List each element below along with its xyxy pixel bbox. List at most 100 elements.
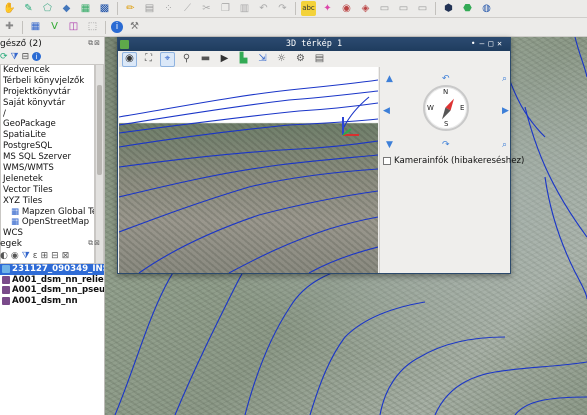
visibility-icon[interactable]: ◉ — [11, 251, 19, 261]
browser-item[interactable]: Saját könyvtár — [1, 98, 94, 109]
info-icon[interactable]: i — [111, 21, 123, 33]
pin-icon[interactable]: ✦ — [320, 1, 335, 16]
layer-row[interactable]: A001_dsm_nn — [0, 296, 104, 307]
style-icon[interactable]: ◐ — [0, 251, 8, 261]
label-move-icon[interactable]: ◉ — [339, 1, 354, 16]
options-icon[interactable]: ⚙ — [293, 52, 308, 67]
compass-icon[interactable]: N S E W — [423, 85, 469, 131]
browser-item[interactable]: ▦ OpenStreetMap — [1, 217, 94, 228]
label-icon[interactable]: abc — [301, 1, 316, 16]
add-raster-icon[interactable]: ▦ — [28, 20, 43, 35]
node-tool-icon[interactable]: ▩ — [97, 1, 112, 16]
export-scene-icon[interactable]: ⇲ — [255, 52, 270, 67]
label-change-icon[interactable]: ▭ — [377, 1, 392, 16]
layer-row[interactable]: A001_dsm_nn_relief — [0, 275, 104, 286]
browser-item[interactable]: Projektkönyvtár — [1, 87, 94, 98]
polygon-icon[interactable]: ⬠ — [40, 1, 55, 16]
compass-south-label: S — [444, 120, 449, 128]
map3d-titlebar[interactable]: 3D térkép 1 •–□✕ — [118, 38, 510, 51]
window-close-icon[interactable]: ✕ — [497, 39, 506, 48]
gis-icon[interactable]: ◍ — [479, 1, 494, 16]
panel-float-close-icon[interactable]: ⧉⊠ — [88, 239, 101, 248]
refresh-icon[interactable]: ⟳ — [0, 52, 8, 62]
add-point-icon[interactable]: ⁘ — [161, 1, 176, 16]
tilt-up-icon[interactable]: ▲ — [386, 75, 393, 84]
browser-vertical-scrollbar[interactable] — [95, 64, 104, 265]
browser-item[interactable]: GeoPackage — [1, 119, 94, 130]
panel-float-close-icon[interactable]: ⧉⊠ — [88, 39, 101, 48]
rotate-left-icon[interactable]: ↶ — [442, 75, 450, 84]
camera-control-icon[interactable]: ◉ — [122, 51, 137, 67]
measure-icon[interactable]: ⚲ — [179, 52, 194, 67]
filter-legend-icon[interactable]: ⧩ — [22, 251, 30, 261]
add-wms-icon[interactable]: ⬚ — [85, 20, 100, 35]
help-icon[interactable]: i — [32, 52, 42, 61]
layer-row[interactable]: A001_dsm_nn_pseur — [0, 285, 104, 296]
layer-row[interactable]: 231127_090349_INS — [0, 264, 104, 275]
identify-icon[interactable]: ⌖ — [160, 51, 175, 67]
layer-label: A001_dsm_nn — [12, 295, 78, 306]
map3d-scene[interactable] — [119, 67, 378, 273]
remove-layer-icon[interactable]: ⊠ — [62, 251, 70, 261]
camera-info-checkbox[interactable] — [383, 157, 391, 165]
rotate-right-icon[interactable]: ↷ — [442, 141, 450, 150]
window-pin-icon[interactable]: • — [471, 39, 480, 48]
expression-filter-icon[interactable]: ε — [33, 251, 38, 261]
browser-item[interactable]: MS SQL Szerver — [1, 152, 94, 163]
separator — [435, 2, 436, 15]
layout-icon[interactable]: ▤ — [312, 52, 327, 67]
paste-icon[interactable]: ▥ — [237, 1, 252, 16]
pan-left-icon[interactable]: ◀ — [383, 107, 390, 116]
filter-icon[interactable]: ⧩ — [11, 52, 19, 62]
browser-item[interactable]: SpatiaLite — [1, 130, 94, 141]
save-edits-icon[interactable]: ▤ — [142, 1, 157, 16]
collapse-all-icon[interactable]: ⊟ — [51, 251, 59, 261]
camera-info-toggle[interactable]: Kamerainfók (hibakereséshez) — [383, 156, 524, 166]
add-vector-icon[interactable]: V — [47, 20, 62, 35]
edit-pencil-icon[interactable]: ✎ — [21, 1, 36, 16]
play-icon[interactable]: ▶ — [217, 52, 232, 67]
plugin-icon[interactable]: ⬣ — [460, 1, 475, 16]
add-virtual-icon[interactable]: ◫ — [66, 20, 81, 35]
zoom-in-icon[interactable]: ✚ — [2, 20, 17, 35]
zoom-full-icon[interactable]: ⛶ — [141, 52, 156, 67]
browser-item[interactable]: Kedvencek — [1, 65, 94, 76]
collapse-icon[interactable]: ⊟ — [22, 52, 30, 62]
label-show-icon[interactable]: ▭ — [396, 1, 411, 16]
vertex-tool-icon[interactable]: ▦ — [78, 1, 93, 16]
redo-icon[interactable]: ↷ — [275, 1, 290, 16]
pan-right-icon[interactable]: ▶ — [502, 107, 509, 116]
tilt-down-icon[interactable]: ▼ — [386, 141, 393, 150]
browser-item[interactable]: Vector Tiles — [1, 185, 94, 196]
window-maximize-icon[interactable]: □ — [488, 39, 497, 48]
left-dock: gésző (2) ⧉⊠ ⟳ ⧩ ⊟ i Kedvencek Térbeli k… — [0, 37, 105, 415]
layers-tree: 231127_090349_INS A001_dsm_nn_relief A00… — [0, 263, 104, 415]
animation-icon[interactable]: ▬ — [198, 52, 213, 67]
map3d-window[interactable]: 3D térkép 1 •–□✕ ◉ ⛶ ⌖ ⚲ ▬ ▶ ▙ ⇲ ☼ ⚙ ▤ ▲… — [117, 37, 524, 274]
cut-icon[interactable]: ✂ — [199, 1, 214, 16]
browser-item[interactable]: / — [1, 109, 94, 120]
undo-icon[interactable]: ↶ — [256, 1, 271, 16]
pencil-icon[interactable]: ✏ — [123, 1, 138, 16]
browser-item[interactable]: PostgreSQL — [1, 141, 94, 152]
window-controls: •–□✕ — [471, 39, 506, 48]
browser-item[interactable]: XYZ Tiles — [1, 196, 94, 207]
browser-item[interactable]: Térbeli könyvjelzők — [1, 76, 94, 87]
zoom-out-nav-icon[interactable]: ⌕ — [502, 141, 507, 150]
digitize-icon[interactable]: ◆ — [59, 1, 74, 16]
save-image-icon[interactable]: ▙ — [236, 52, 251, 67]
settings-tool-icon[interactable]: ⚒ — [127, 20, 142, 35]
browser-item[interactable]: Jelenetek — [1, 174, 94, 185]
label-hide-icon[interactable]: ▭ — [415, 1, 430, 16]
pan-icon[interactable]: ✋ — [2, 1, 17, 16]
expand-all-icon[interactable]: ⊞ — [41, 251, 49, 261]
python-icon[interactable]: ⬢ — [441, 1, 456, 16]
scrollbar-thumb[interactable] — [97, 85, 102, 175]
add-line-icon[interactable]: ⟋ — [180, 1, 195, 16]
zoom-in-nav-icon[interactable]: ⌕ — [502, 75, 507, 84]
effects-icon[interactable]: ☼ — [274, 52, 289, 67]
browser-item[interactable]: ▦ Mapzen Global Terrain — [1, 207, 94, 218]
browser-item[interactable]: WMS/WMTS — [1, 163, 94, 174]
copy-icon[interactable]: ❐ — [218, 1, 233, 16]
label-rotate-icon[interactable]: ◈ — [358, 1, 373, 16]
